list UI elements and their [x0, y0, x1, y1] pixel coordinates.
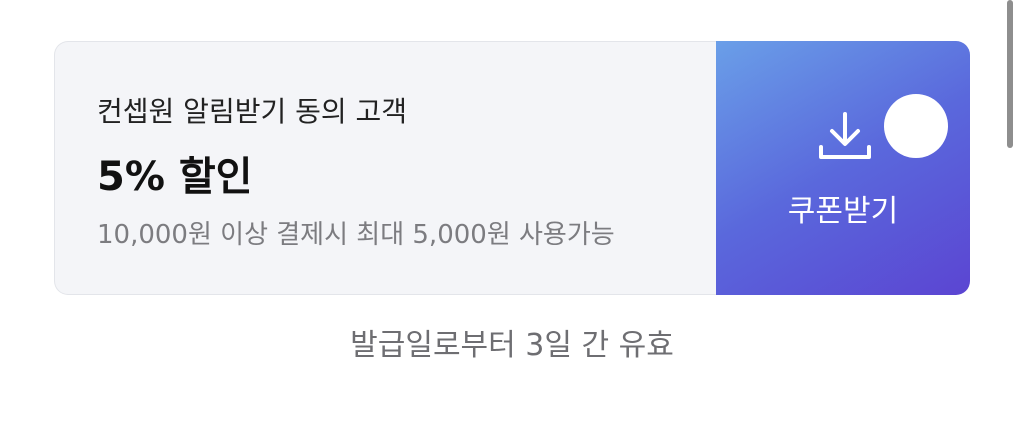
coupon-validity: 발급일로부터 3일 간 유효	[350, 328, 674, 363]
coupon-card: 컨셉원 알림받기 동의 고객 5% 할인 10,000원 이상 결제시 최대 5…	[54, 41, 970, 295]
coupon-discount: 5% 할인	[97, 154, 253, 200]
coupon-detail: 10,000원 이상 결제시 최대 5,000원 사용가능	[97, 220, 615, 250]
download-icon	[819, 112, 871, 159]
ticket-notch	[884, 94, 948, 158]
get-coupon-button[interactable]: 쿠폰받기	[716, 41, 970, 295]
coupon-info-panel: 컨셉원 알림받기 동의 고객 5% 할인 10,000원 이상 결제시 최대 5…	[54, 41, 717, 295]
coupon-page: 컨셉원 알림받기 동의 고객 5% 할인 10,000원 이상 결제시 최대 5…	[0, 0, 1024, 431]
get-coupon-label: 쿠폰받기	[787, 194, 899, 229]
scrollbar[interactable]	[1007, 0, 1013, 148]
coupon-condition: 컨셉원 알림받기 동의 고객	[97, 95, 408, 128]
